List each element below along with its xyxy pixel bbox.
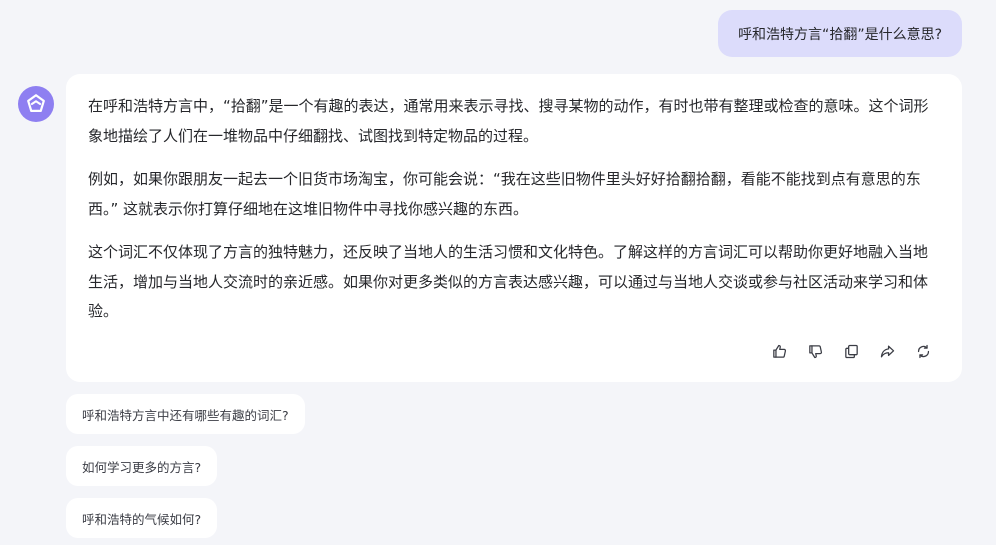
suggestion-text: 呼和浩特的气候如何? <box>82 511 202 527</box>
suggestion-chip[interactable]: 呼和浩特的气候如何? <box>66 498 218 538</box>
thumbs-up-icon <box>772 344 786 358</box>
suggestion-chip[interactable]: 如何学习更多的方言? <box>66 446 218 486</box>
regenerate-button[interactable] <box>912 340 934 362</box>
user-message-text: 呼和浩特方言“拾翻”是什么意思? <box>738 26 942 43</box>
copy-button[interactable] <box>840 340 862 362</box>
dislike-button[interactable] <box>804 340 826 362</box>
answer-paragraph: 例如，如果你跟朋友一起去一个旧货市场淘宝，你可能会说：“我在这些旧物件里头好好拾… <box>88 170 921 218</box>
regenerate-icon <box>917 344 929 358</box>
answer-actions <box>768 340 934 362</box>
assistant-logo-icon <box>27 94 45 112</box>
thumbs-down-icon <box>808 344 822 358</box>
share-button[interactable] <box>876 340 898 362</box>
like-button[interactable] <box>768 340 790 362</box>
answer-paragraph: 这个词汇不仅体现了方言的独特魅力，还反映了当地人的生活习惯和文化特色。了解这样的… <box>88 243 929 320</box>
share-icon <box>880 345 894 357</box>
user-message-bubble: 呼和浩特方言“拾翻”是什么意思? <box>718 10 962 57</box>
assistant-answer-card: 在呼和浩特方言中，“拾翻”是一个有趣的表达，通常用来表示寻找、搜寻某物的动作，有… <box>66 74 962 382</box>
answer-paragraph: 在呼和浩特方言中，“拾翻”是一个有趣的表达，通常用来表示寻找、搜寻某物的动作，有… <box>88 97 929 145</box>
suggestion-text: 如何学习更多的方言? <box>82 459 202 475</box>
copy-icon <box>844 344 858 358</box>
assistant-avatar <box>18 86 54 122</box>
suggestion-chip[interactable]: 呼和浩特方言中还有哪些有趣的词汇? <box>66 394 305 434</box>
suggestion-text: 呼和浩特方言中还有哪些有趣的词汇? <box>82 407 289 423</box>
